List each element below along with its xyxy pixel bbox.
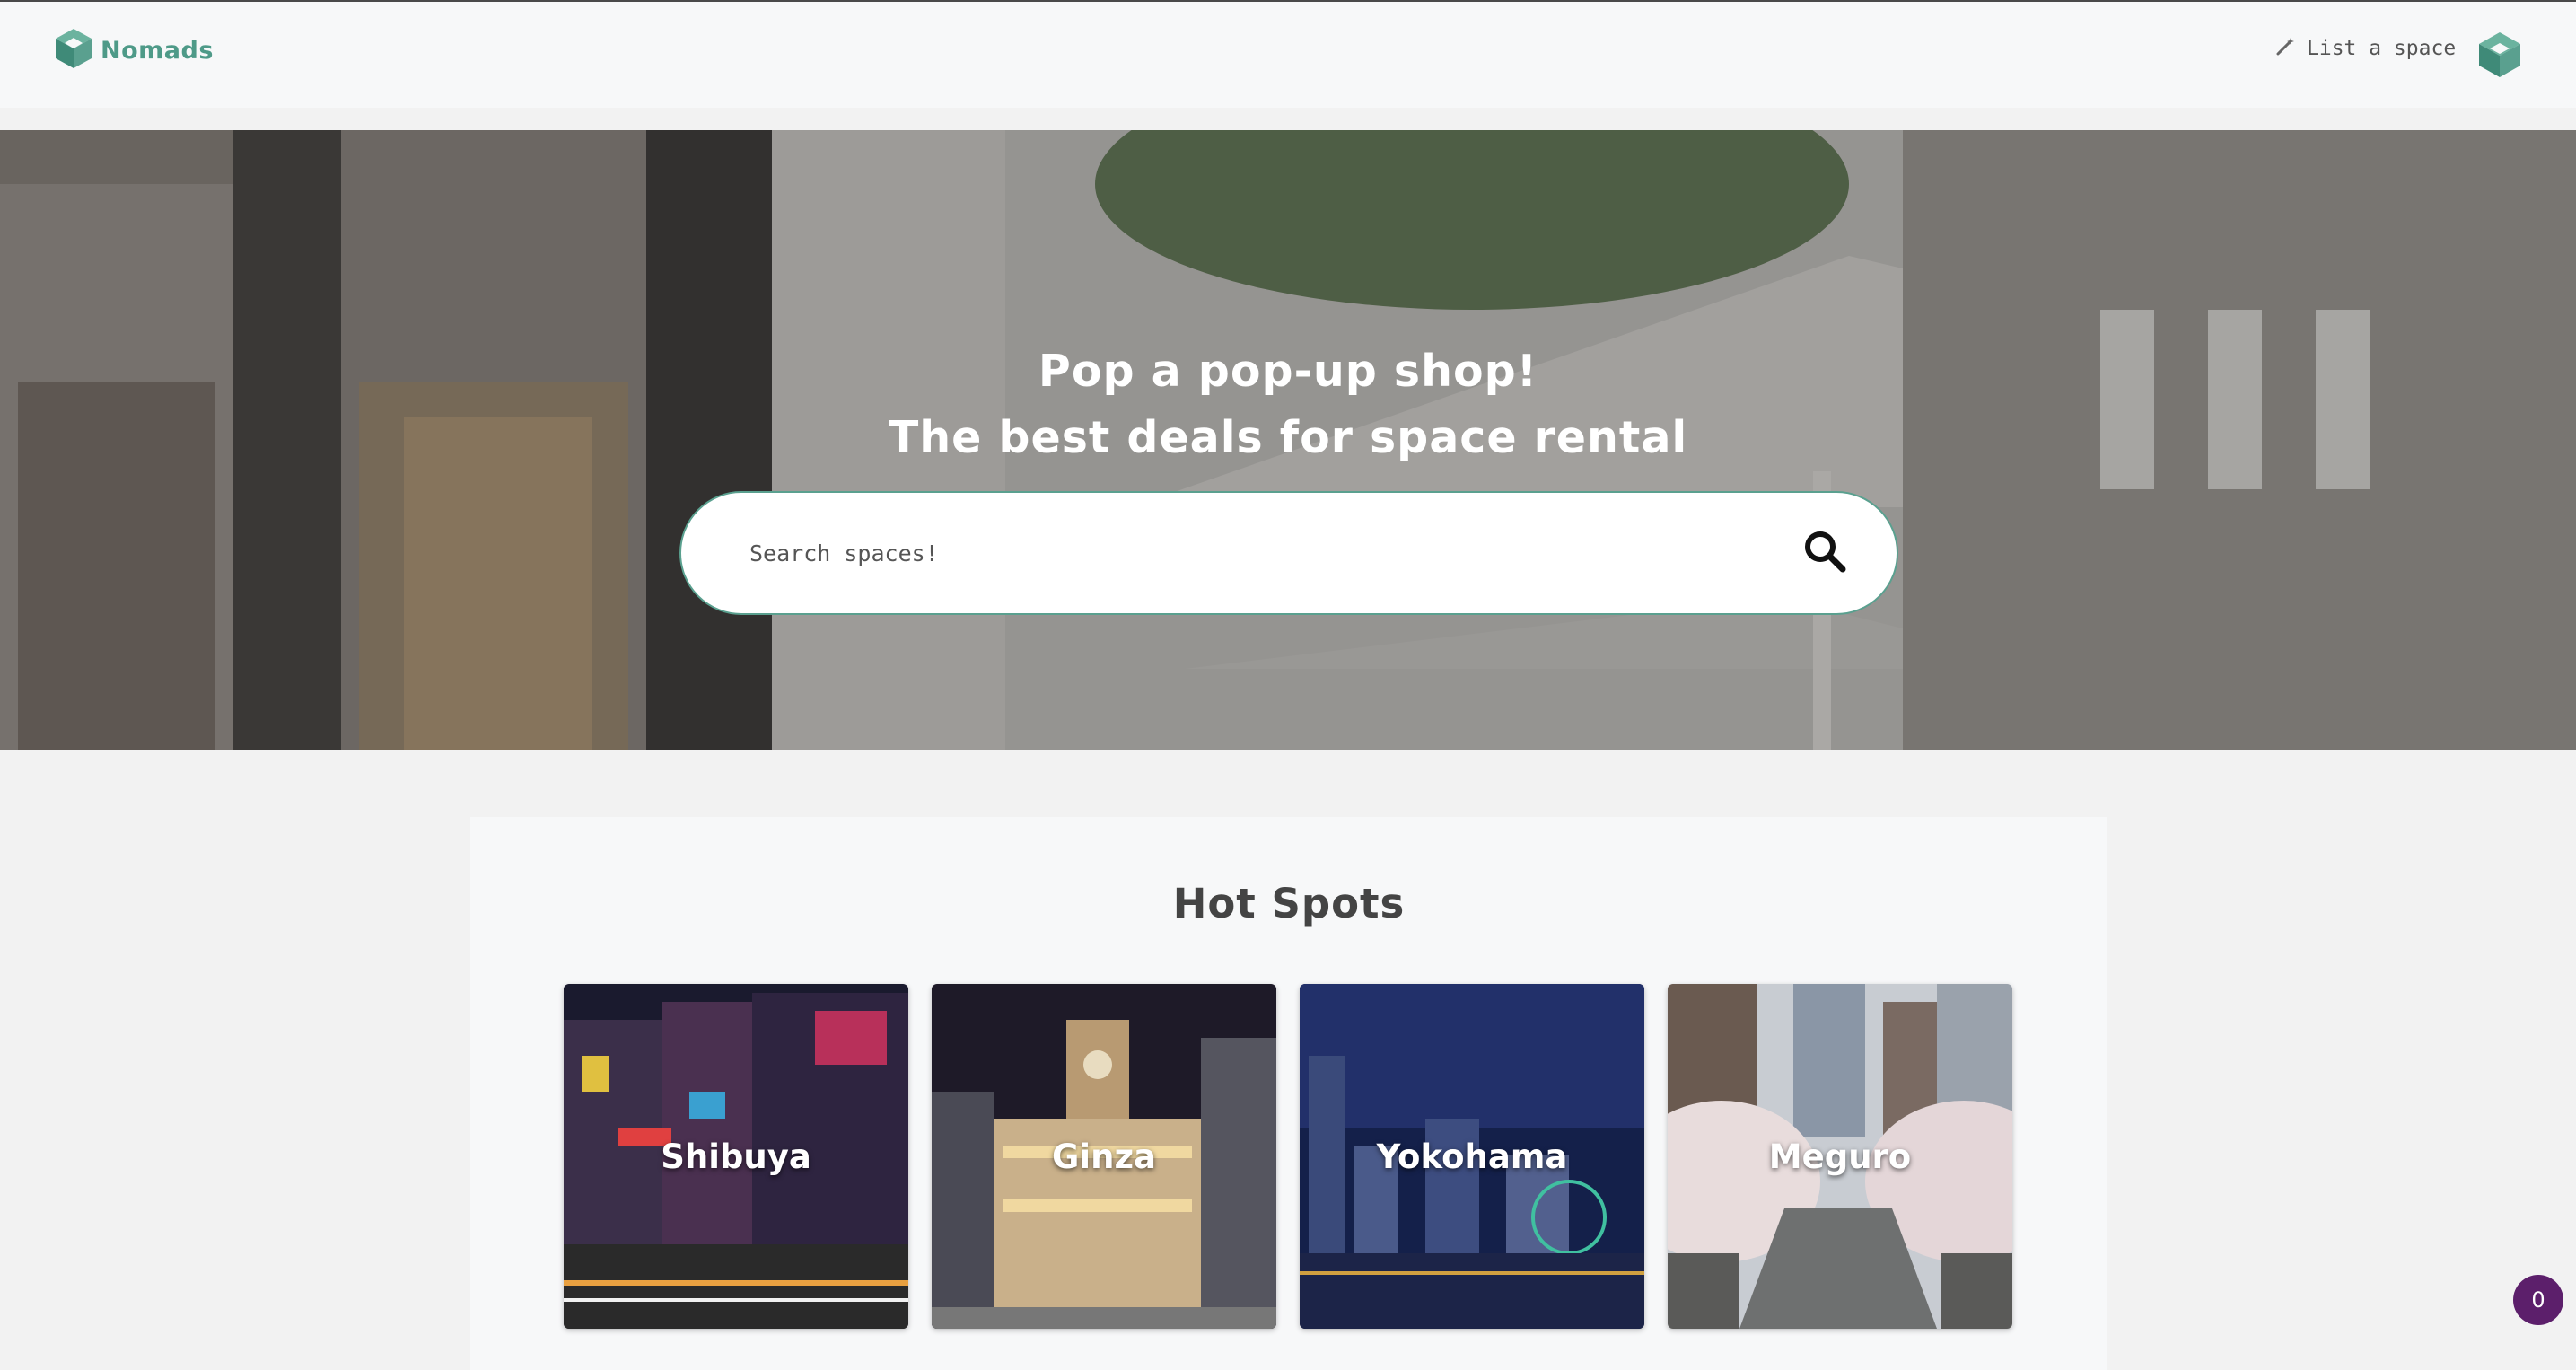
hot-spot-label: Shibuya xyxy=(661,1137,811,1176)
hero-title-line1: Pop a pop-up shop! xyxy=(1038,346,1538,397)
hot-spot-label: Yokohama xyxy=(1376,1137,1568,1176)
hero-banner: Pop a pop-up shop! The best deals for sp… xyxy=(0,130,2576,750)
hot-spots-section: Hot Spots Shibuya Ginza Yokohama Meguro xyxy=(470,817,2107,1370)
hot-spots-list: Shibuya Ginza Yokohama Meguro xyxy=(564,984,2012,1329)
search-icon xyxy=(1802,529,1847,577)
nomads-account-icon xyxy=(2474,32,2526,84)
search-bar xyxy=(679,491,1898,615)
search-button[interactable] xyxy=(1798,526,1852,580)
search-input[interactable] xyxy=(749,540,1798,566)
navbar: Nomads List a space xyxy=(0,2,2576,108)
brand-name: Nomads xyxy=(101,36,214,65)
notification-count-badge[interactable]: 0 xyxy=(2513,1275,2563,1325)
hot-spot-card-yokohama[interactable]: Yokohama xyxy=(1300,984,1644,1329)
hot-spot-label: Ginza xyxy=(1052,1137,1156,1176)
hot-spot-card-ginza[interactable]: Ginza xyxy=(932,984,1276,1329)
list-a-space-link[interactable]: List a space xyxy=(2274,36,2456,61)
nomads-logo-icon xyxy=(50,25,97,75)
hero-title-line2: The best deals for space rental xyxy=(888,412,1688,463)
hot-spot-card-meguro[interactable]: Meguro xyxy=(1668,984,2012,1329)
hot-spot-label: Meguro xyxy=(1768,1137,1912,1176)
list-a-space-label: List a space xyxy=(2307,37,2457,60)
hot-spot-card-shibuya[interactable]: Shibuya xyxy=(564,984,908,1329)
brand-link[interactable]: Nomads xyxy=(50,25,214,75)
magic-wand-icon xyxy=(2274,36,2296,61)
account-menu-button[interactable] xyxy=(2474,29,2526,84)
hot-spots-title: Hot Spots xyxy=(1172,880,1406,927)
